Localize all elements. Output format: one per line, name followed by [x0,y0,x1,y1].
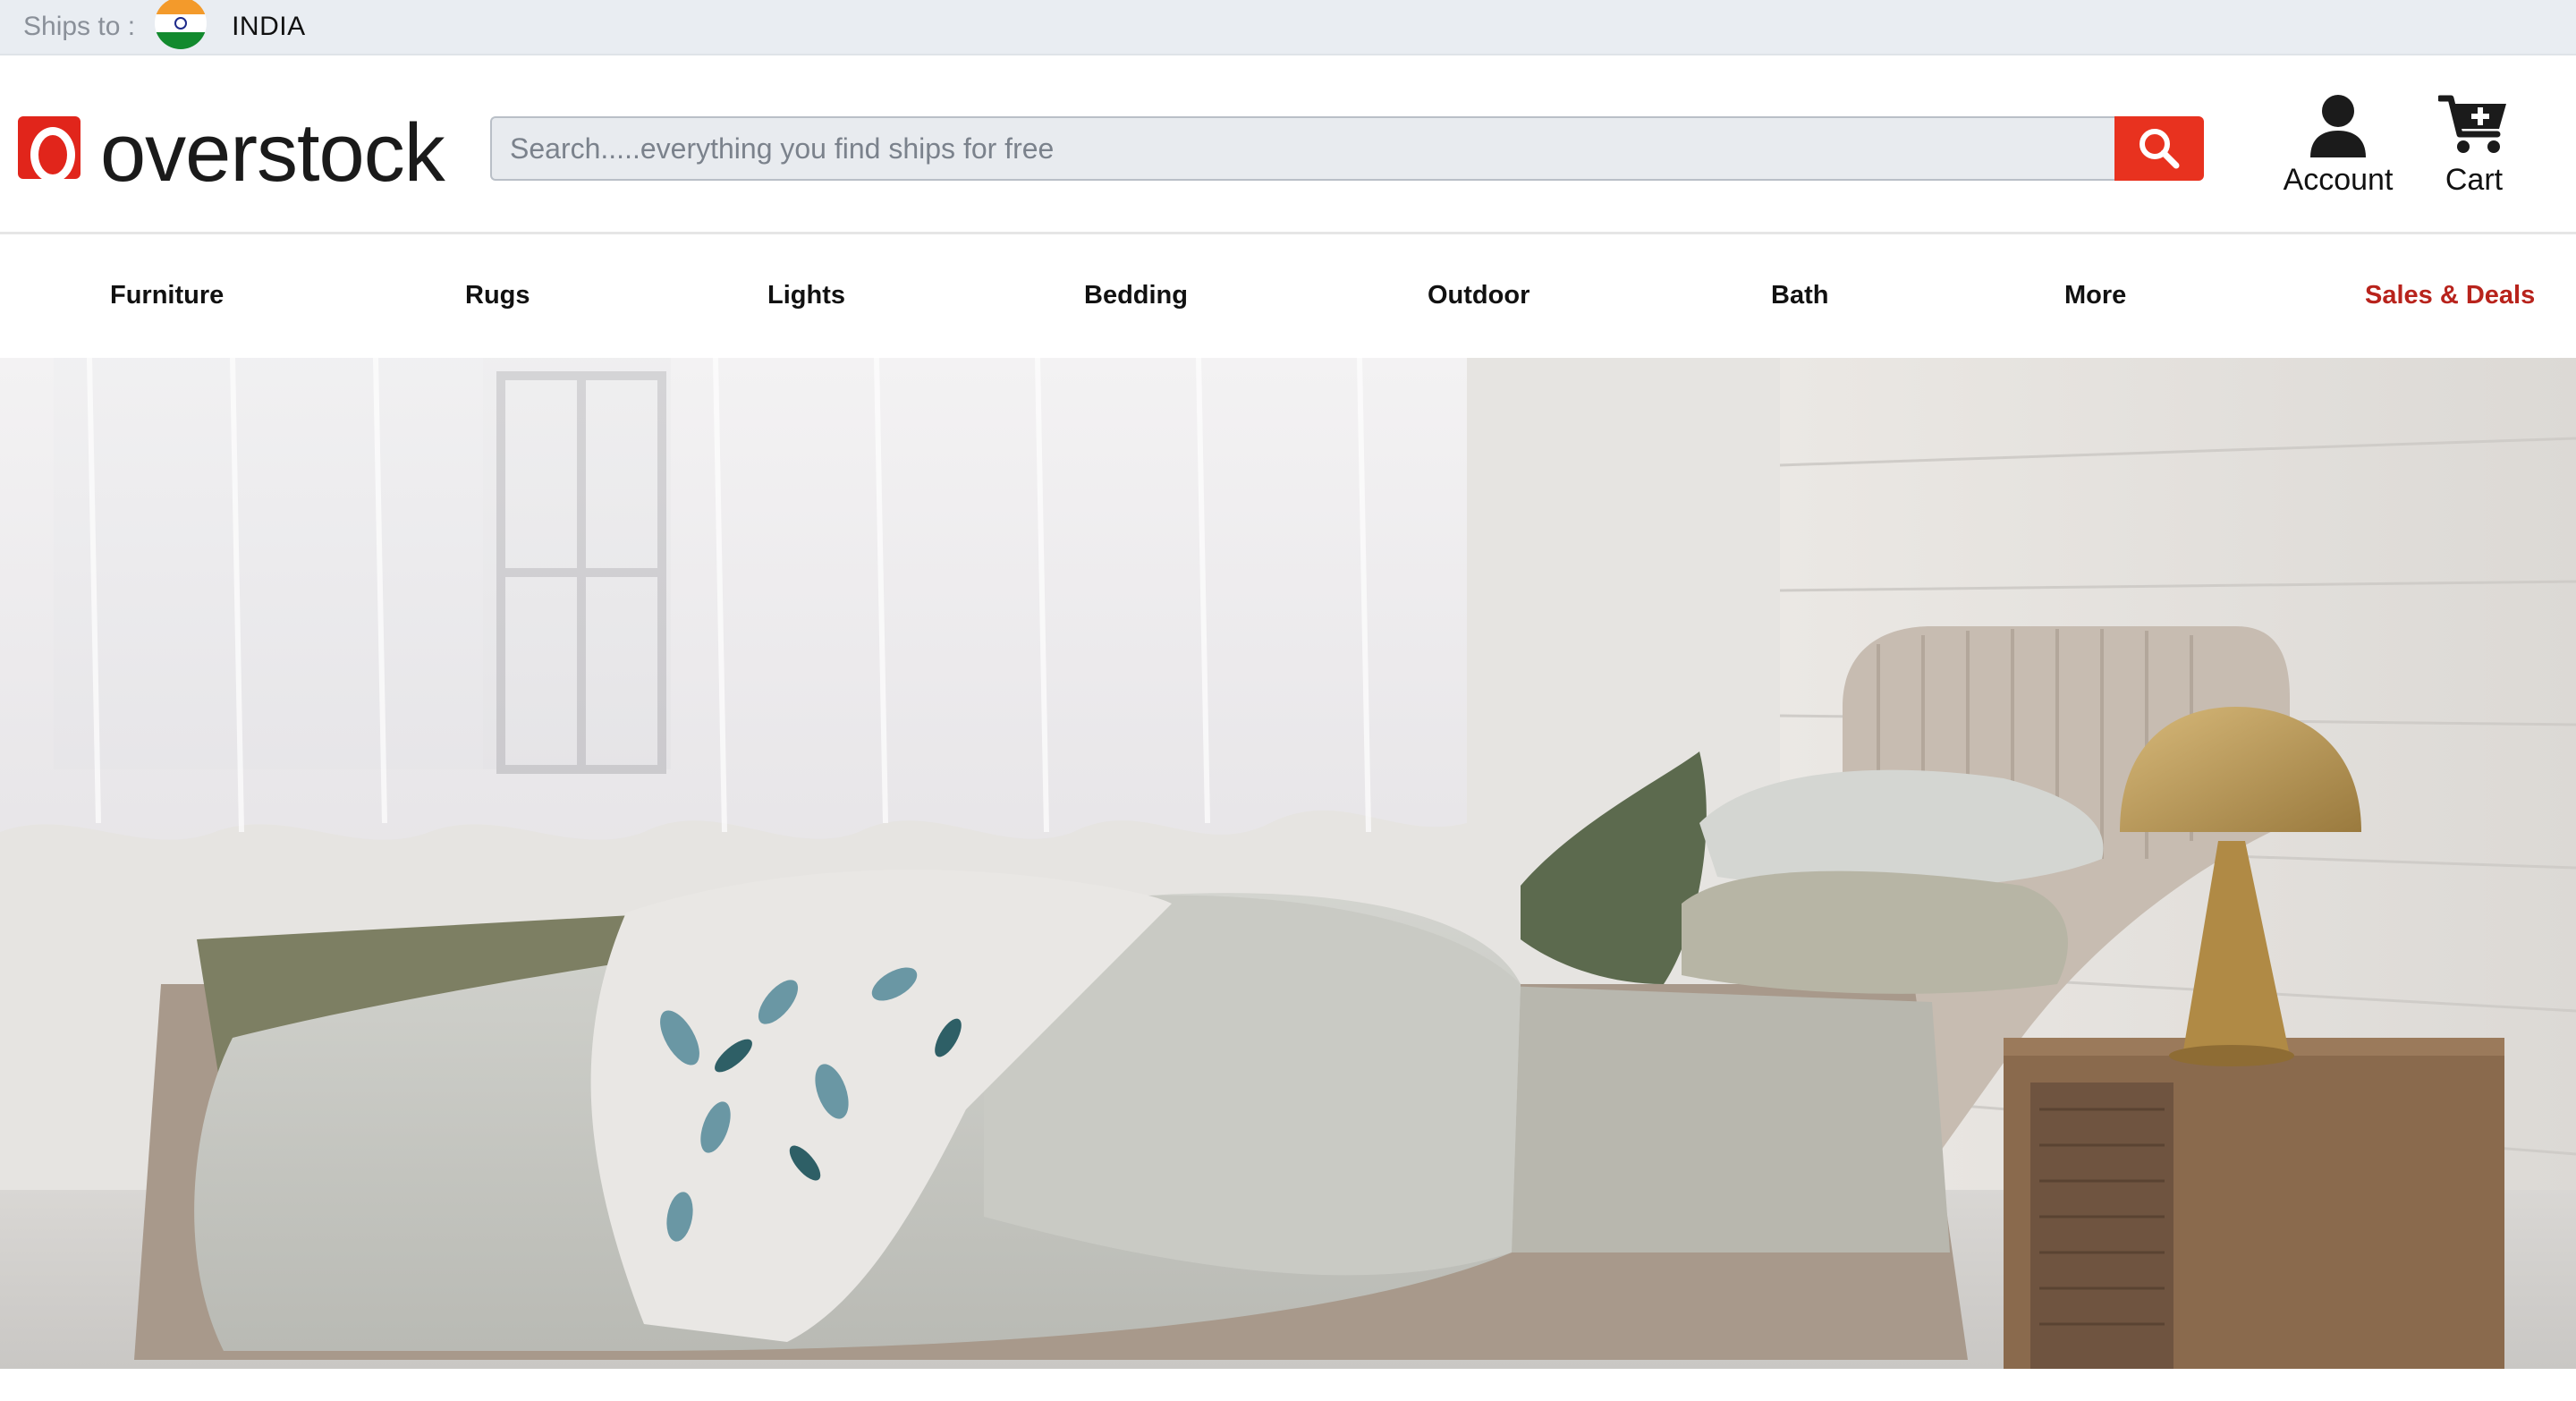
nav-item-sales-deals[interactable]: Sales & Deals [2365,281,2535,310]
nav-item-rugs[interactable]: Rugs [465,281,530,310]
cart-button[interactable]: Cart [2420,93,2528,198]
search-button[interactable] [2114,116,2204,181]
nav-item-outdoor[interactable]: Outdoor [1428,281,1530,310]
nav-item-more[interactable]: More [2064,281,2126,310]
hero-illustration [0,358,2576,1369]
nav-item-lights[interactable]: Lights [767,281,845,310]
cart-label: Cart [2445,163,2504,197]
nav-item-furniture[interactable]: Furniture [110,281,224,310]
category-nav: Furniture Rugs Lights Bedding Outdoor Ba… [0,238,2576,358]
logo-text: overstock [100,107,445,199]
overstock-logo[interactable]: overstock [18,107,445,199]
nav-item-bath[interactable]: Bath [1771,281,1828,310]
search-input[interactable] [490,116,2114,181]
india-flag-icon[interactable] [155,0,208,49]
bedroom-hero-image[interactable] [0,358,2576,1369]
account-button[interactable]: Account [2275,93,2401,198]
ships-to-country[interactable]: INDIA [232,12,306,42]
search-bar [490,116,2204,181]
user-icon [2310,95,2366,157]
ships-to-bar: Ships to : INDIA [0,0,2576,55]
account-label: Account [2283,163,2394,197]
site-header: overstock Account Cart [0,57,2576,234]
overstock-logo-mark-icon [18,116,80,183]
search-icon [2140,129,2180,169]
cart-plus-icon [2438,95,2506,153]
ships-to-label: Ships to : [23,12,136,41]
nav-item-bedding[interactable]: Bedding [1084,281,1188,310]
